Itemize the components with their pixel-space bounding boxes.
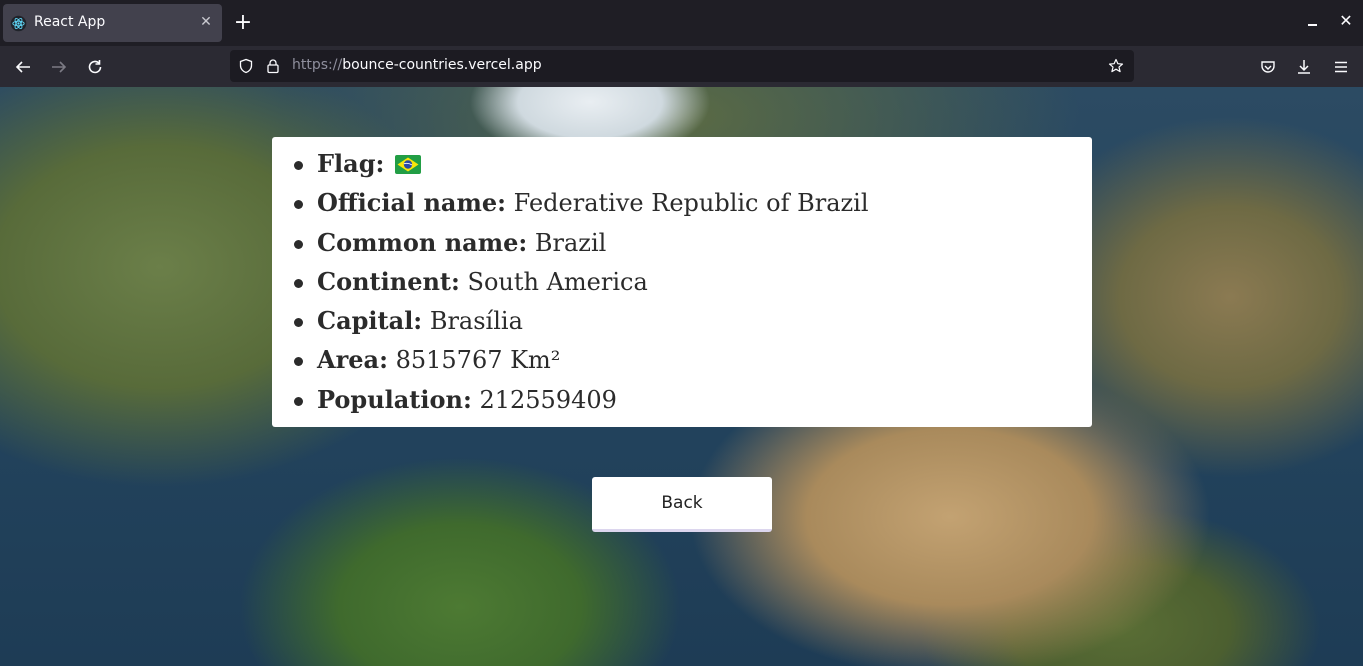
plus-icon[interactable]: + (232, 12, 254, 34)
close-icon[interactable]: ✕ (198, 14, 214, 30)
common-name-label: Common name: (317, 227, 528, 257)
country-info-card: Flag: Official name: Federative Republic… (272, 137, 1092, 427)
common-name-value: Brazil (534, 228, 607, 257)
area-value: 8515767 Km² (395, 346, 561, 375)
url-scheme: https:// (292, 57, 343, 73)
minimize-icon[interactable] (1302, 10, 1324, 32)
window-close-icon[interactable]: ✕ (1335, 10, 1357, 32)
bullet (294, 239, 303, 249)
list-item-common-name: Common name: Brazil (294, 228, 869, 267)
bullet (294, 357, 303, 367)
continent-value: South America (467, 267, 648, 296)
react-favicon (10, 15, 27, 32)
pocket-icon[interactable] (1256, 55, 1280, 79)
tab-title: React App (34, 14, 106, 30)
list-item-continent: Continent: South America (294, 267, 869, 306)
menu-icon[interactable] (1329, 55, 1353, 79)
population-value: 212559409 (479, 385, 617, 414)
list-item-area: Area: 8515767 Km² (294, 345, 869, 384)
bullet (294, 200, 303, 210)
brazil-flag-icon (395, 155, 421, 174)
official-name-label: Official name: (317, 188, 506, 218)
lock-icon[interactable] (265, 58, 281, 74)
country-details-list: Flag: Official name: Federative Republic… (294, 149, 869, 424)
bullet (294, 278, 303, 288)
capital-value: Brasília (429, 307, 523, 336)
list-item-official-name: Official name: Federative Republic of Br… (294, 188, 869, 227)
bullet (294, 396, 303, 406)
flag-label: Flag: (317, 149, 385, 178)
shield-icon[interactable] (238, 58, 254, 74)
back-arrow-icon[interactable] (11, 55, 35, 79)
official-name-value: Federative Republic of Brazil (513, 189, 869, 218)
back-button[interactable]: Back (592, 477, 772, 532)
url-host: bounce-countries.vercel.app (342, 57, 542, 73)
continent-label: Continent: (317, 266, 460, 296)
download-icon[interactable] (1292, 55, 1316, 79)
bullet (294, 161, 303, 170)
bullet (294, 318, 303, 328)
star-icon[interactable] (1108, 58, 1124, 74)
capital-label: Capital: (317, 306, 423, 336)
list-item-capital: Capital: Brasília (294, 306, 869, 345)
list-item-flag: Flag: (294, 149, 869, 188)
url-text[interactable]: https://bounce-countries.vercel.app (292, 57, 542, 73)
url-bar[interactable]: https://bounce-countries.vercel.app (230, 50, 1134, 82)
list-item-population: Population: 212559409 (294, 385, 869, 424)
forward-arrow-icon[interactable] (47, 55, 71, 79)
tab-react-app[interactable]: React App ✕ (3, 4, 222, 42)
reload-icon[interactable] (83, 55, 107, 79)
area-label: Area: (317, 345, 388, 375)
population-label: Population: (317, 384, 472, 414)
navigation-toolbar: https://bounce-countries.vercel.app (0, 46, 1363, 87)
world-map-background: Flag: Official name: Federative Republic… (0, 87, 1363, 666)
tab-strip: React App ✕ + ✕ (0, 0, 1363, 46)
